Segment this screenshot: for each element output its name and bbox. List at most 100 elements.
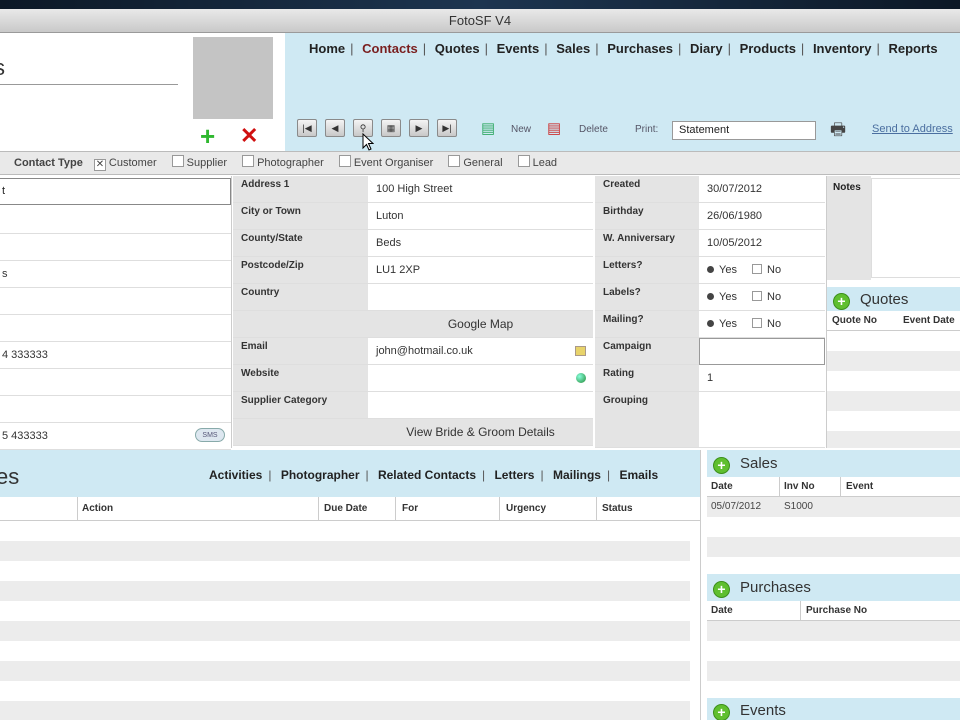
list-item[interactable]	[0, 581, 690, 601]
quotes-row[interactable]	[827, 391, 960, 411]
phone-field-1[interactable]: 4 333333	[0, 342, 231, 369]
col-urgency[interactable]: Urgency	[506, 503, 546, 514]
supplier-category-field[interactable]	[368, 392, 593, 419]
county-field[interactable]: Beds	[368, 230, 593, 257]
tab-photographer[interactable]: Photographer	[281, 468, 360, 482]
photographer-checkbox[interactable]	[242, 155, 255, 167]
mailing-no-checkbox[interactable]	[752, 318, 763, 328]
first-field[interactable]: t	[0, 178, 231, 205]
new-record-icon[interactable]: ▤	[481, 119, 503, 139]
list-item[interactable]	[0, 521, 690, 541]
rating-field[interactable]: 1	[699, 365, 825, 392]
bride-groom-button[interactable]: View Bride & Groom Details	[368, 419, 593, 446]
col-due-date[interactable]: Due Date	[324, 503, 367, 514]
table-row[interactable]	[707, 537, 960, 557]
tab-related-contacts[interactable]: Related Contacts	[378, 468, 476, 482]
delete-x-icon[interactable]: ✕	[240, 125, 258, 147]
col-status[interactable]: Status	[602, 503, 633, 514]
nav-sales[interactable]: Sales	[556, 41, 590, 56]
created-field[interactable]: 30/07/2012	[699, 176, 825, 203]
quotes-row[interactable]	[827, 351, 960, 371]
delete-button[interactable]: Delete	[579, 124, 608, 135]
list-item[interactable]	[0, 601, 690, 621]
purchases-col-purchase-no[interactable]: Purchase No	[806, 605, 867, 616]
left-field-6[interactable]	[0, 315, 231, 342]
add-sale-icon[interactable]: +	[713, 457, 730, 474]
table-row[interactable]: 05/07/2012 S1000	[707, 497, 960, 517]
labels-no-checkbox[interactable]	[752, 291, 763, 301]
col-for[interactable]: For	[402, 503, 418, 514]
add-purchase-icon[interactable]: +	[713, 581, 730, 598]
quotes-row[interactable]	[827, 411, 960, 431]
list-item[interactable]	[0, 541, 690, 561]
anniversary-field[interactable]: 10/05/2012	[699, 230, 825, 257]
globe-icon[interactable]	[576, 373, 586, 383]
lead-checkbox[interactable]	[517, 155, 530, 167]
nav-contacts[interactable]: Contacts	[362, 41, 418, 56]
printer-icon[interactable]: 🖶	[826, 119, 850, 141]
list-item[interactable]	[0, 701, 690, 720]
first-record-icon[interactable]: |◀	[297, 119, 317, 137]
left-field-5[interactable]	[0, 288, 231, 315]
list-view-icon[interactable]: ▦	[381, 119, 401, 137]
nav-reports[interactable]: Reports	[888, 41, 937, 56]
labels-yes-radio[interactable]	[707, 293, 714, 300]
nav-home[interactable]: Home	[309, 41, 345, 56]
print-select[interactable]: Statement	[672, 121, 816, 140]
email-send-icon[interactable]	[575, 346, 586, 356]
table-row[interactable]	[707, 621, 960, 641]
table-row[interactable]	[707, 517, 960, 537]
birthday-field[interactable]: 26/06/1980	[699, 203, 825, 230]
prev-record-icon[interactable]: ◀	[325, 119, 345, 137]
nav-purchases[interactable]: Purchases	[607, 41, 673, 56]
delete-record-icon[interactable]: ▤	[547, 119, 569, 139]
tab-activities[interactable]: Activities	[209, 468, 262, 482]
table-row[interactable]	[707, 641, 960, 661]
mailing-yes-radio[interactable]	[707, 320, 714, 327]
grouping-field[interactable]	[699, 392, 825, 448]
city-field[interactable]: Luton	[368, 203, 593, 230]
customer-checkbox[interactable]: ✕	[93, 159, 106, 171]
postcode-field[interactable]: LU1 2XP	[368, 257, 593, 284]
left-field-9[interactable]	[0, 396, 231, 423]
list-item[interactable]	[0, 561, 690, 581]
add-event-icon[interactable]: +	[713, 704, 730, 720]
list-item[interactable]	[0, 621, 690, 641]
last-record-icon[interactable]: ▶|	[437, 119, 457, 137]
nav-events[interactable]: Events	[497, 41, 540, 56]
quotes-row[interactable]	[827, 371, 960, 391]
website-field[interactable]	[368, 365, 593, 392]
letters-yes-radio[interactable]	[707, 266, 714, 273]
letters-no-checkbox[interactable]	[752, 264, 763, 274]
sales-col-inv-no[interactable]: Inv No	[784, 481, 815, 492]
country-field[interactable]	[368, 284, 593, 311]
campaign-field[interactable]	[699, 338, 825, 365]
table-row[interactable]	[707, 661, 960, 681]
quotes-row[interactable]	[827, 331, 960, 351]
quotes-col-quote-no[interactable]: Quote No	[832, 315, 877, 326]
notes-field[interactable]	[871, 178, 960, 278]
list-item[interactable]	[0, 641, 690, 661]
add-quote-icon[interactable]: +	[833, 293, 850, 310]
add-icon[interactable]: +	[200, 123, 215, 149]
list-item[interactable]	[0, 661, 690, 681]
nav-diary[interactable]: Diary	[690, 41, 723, 56]
event-organiser-checkbox[interactable]	[338, 155, 351, 167]
nav-quotes[interactable]: Quotes	[435, 41, 480, 56]
left-field-3[interactable]	[0, 234, 231, 261]
supplier-checkbox[interactable]	[171, 155, 184, 167]
send-to-address-link[interactable]: Send to Address	[872, 123, 953, 135]
nav-inventory[interactable]: Inventory	[813, 41, 872, 56]
left-field-8[interactable]	[0, 369, 231, 396]
sms-button[interactable]: SMS	[195, 428, 225, 442]
quotes-col-event-date[interactable]: Event Date	[903, 315, 955, 326]
new-button[interactable]: New	[511, 124, 531, 135]
tab-letters[interactable]: Letters	[494, 468, 534, 482]
sales-col-event[interactable]: Event	[846, 481, 873, 492]
general-checkbox[interactable]	[448, 155, 461, 167]
purchases-col-date[interactable]: Date	[711, 605, 733, 616]
col-action[interactable]: Action	[82, 503, 113, 514]
list-item[interactable]	[0, 681, 690, 701]
contact-photo[interactable]	[193, 37, 273, 119]
left-field-2[interactable]	[0, 207, 231, 234]
